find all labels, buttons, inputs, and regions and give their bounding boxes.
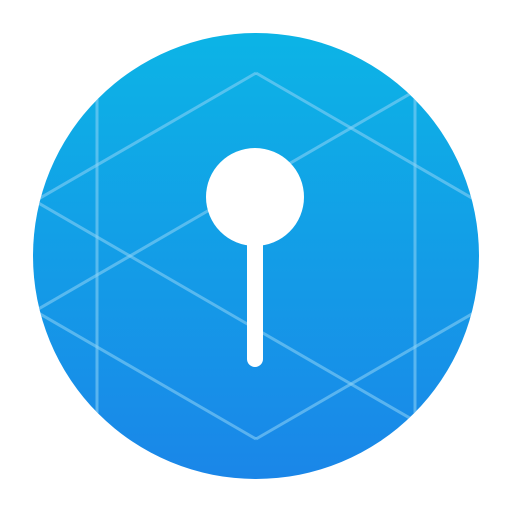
- app-icon-graphic: [33, 33, 479, 479]
- app-icon: [0, 0, 512, 512]
- keyhole-stem: [247, 225, 263, 367]
